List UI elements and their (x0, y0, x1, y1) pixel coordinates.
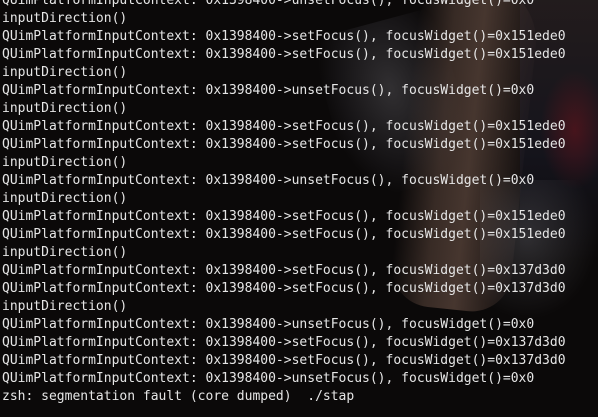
output-line: inputDirection() (2, 245, 128, 260)
terminal-output: QUimPlatformInputContext: 0x1398400->uns… (2, 0, 566, 406)
terminal-window[interactable]: QUimPlatformInputContext: 0x1398400->uns… (0, 0, 598, 417)
output-line: inputDirection() (2, 65, 128, 80)
output-line: QUimPlatformInputContext: 0x1398400->uns… (2, 0, 535, 8)
output-line: QUimPlatformInputContext: 0x1398400->set… (2, 263, 566, 278)
output-line: QUimPlatformInputContext: 0x1398400->uns… (2, 371, 535, 386)
output-line: inputDirection() (2, 101, 128, 116)
output-line: QUimPlatformInputContext: 0x1398400->uns… (2, 83, 535, 98)
output-line: QUimPlatformInputContext: 0x1398400->set… (2, 227, 566, 242)
output-line: QUimPlatformInputContext: 0x1398400->set… (2, 137, 566, 152)
output-line: QUimPlatformInputContext: 0x1398400->set… (2, 281, 566, 296)
output-line: inputDirection() (2, 299, 128, 314)
output-line: inputDirection() (2, 155, 128, 170)
output-line: QUimPlatformInputContext: 0x1398400->set… (2, 119, 566, 134)
output-line: QUimPlatformInputContext: 0x1398400->set… (2, 335, 566, 350)
output-line: QUimPlatformInputContext: 0x1398400->uns… (2, 317, 535, 332)
shell-error-line: zsh: segmentation fault (core dumped) ./… (2, 389, 355, 404)
output-line: QUimPlatformInputContext: 0x1398400->set… (2, 353, 566, 368)
output-line: QUimPlatformInputContext: 0x1398400->set… (2, 47, 566, 62)
output-line: QUimPlatformInputContext: 0x1398400->set… (2, 209, 566, 224)
output-line: QUimPlatformInputContext: 0x1398400->set… (2, 29, 566, 44)
output-line: QUimPlatformInputContext: 0x1398400->uns… (2, 173, 535, 188)
output-line: inputDirection() (2, 191, 128, 206)
output-line: inputDirection() (2, 11, 128, 26)
